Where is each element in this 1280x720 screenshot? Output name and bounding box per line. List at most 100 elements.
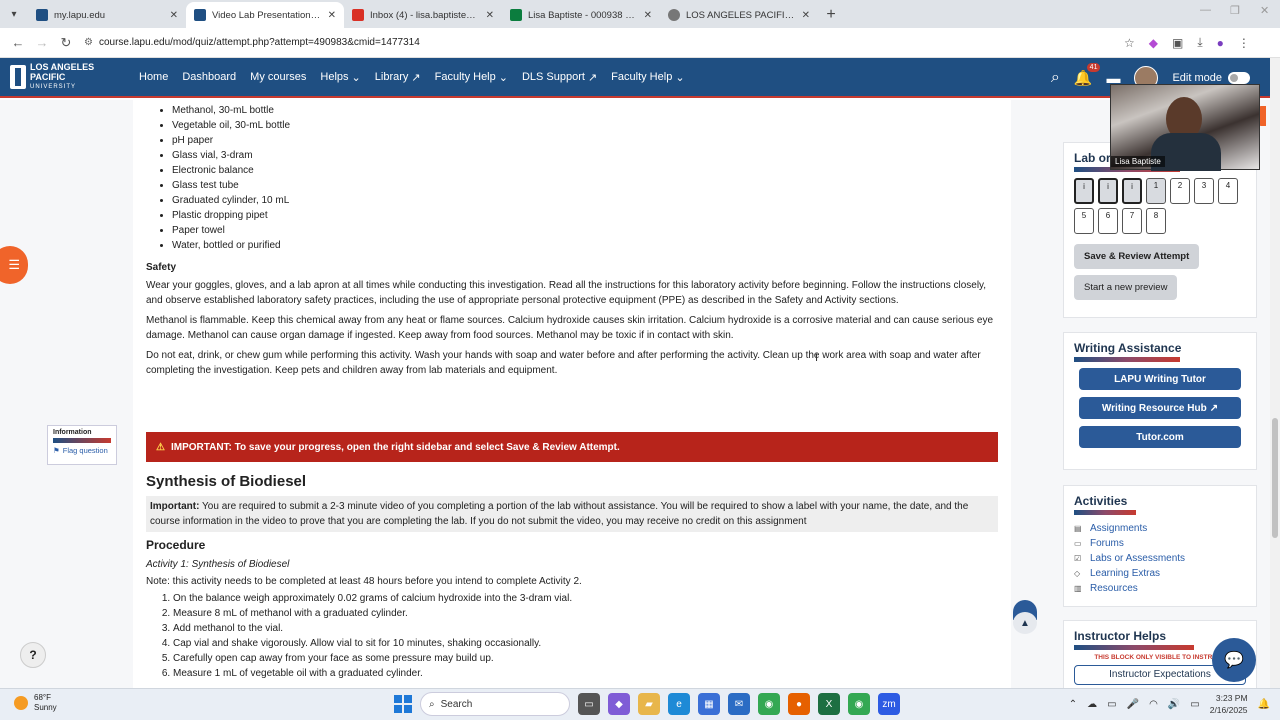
extension-icon[interactable]: ◆: [1149, 36, 1158, 50]
address-bar-row: ← → ↻ ⚙ course.lapu.edu/mod/quiz/attempt…: [0, 28, 1280, 58]
question-button[interactable]: 6: [1098, 208, 1118, 234]
start-new-preview-button[interactable]: Start a new preview: [1074, 275, 1178, 300]
bookmark-star-icon[interactable]: ☆: [1124, 36, 1135, 50]
scrollbar-thumb[interactable]: [1272, 418, 1278, 538]
scroll-to-top-button[interactable]: ▲: [1013, 600, 1037, 634]
zoom-icon[interactable]: zm: [878, 693, 900, 715]
nav-home[interactable]: Home: [132, 71, 175, 84]
lapu-logo[interactable]: LOS ANGELES PACIFIC UNIVERSITY: [10, 62, 120, 92]
question-button[interactable]: 3: [1194, 178, 1214, 204]
copilot-icon[interactable]: ◆: [608, 693, 630, 715]
safety-paragraph: Wear your goggles, gloves, and a lab apr…: [146, 280, 987, 306]
nav-my-courses[interactable]: My courses: [243, 71, 313, 84]
restore-icon[interactable]: ❐: [1230, 4, 1240, 17]
nav-dashboard[interactable]: Dashboard: [175, 71, 243, 84]
list-item: Vegetable oil, 30-mL bottle: [172, 118, 998, 133]
chat-support-button[interactable]: 💬: [1212, 638, 1256, 682]
external-link-icon: ↗: [1209, 402, 1219, 414]
question-button[interactable]: i: [1074, 178, 1094, 204]
menu-icon[interactable]: ⋮: [1238, 36, 1250, 50]
search-icon[interactable]: ⌕: [1051, 69, 1060, 87]
site-info-icon[interactable]: ⚙: [84, 37, 93, 48]
nav-faculty-help[interactable]: Faculty Help ⌄: [428, 71, 515, 84]
browser-tab[interactable]: my.lapu.edu ✕: [28, 2, 186, 28]
reload-icon[interactable]: ↻: [54, 31, 78, 55]
activity-link-resources[interactable]: ▥ Resources: [1074, 581, 1246, 596]
profile-icon[interactable]: ●: [1217, 36, 1224, 50]
wifi-icon[interactable]: ◠: [1149, 699, 1158, 710]
close-tab-icon[interactable]: ✕: [486, 10, 494, 21]
question-button[interactable]: 4: [1218, 178, 1238, 204]
puzzle-icon[interactable]: ▣: [1172, 36, 1183, 50]
volume-icon[interactable]: 🔊: [1168, 699, 1180, 710]
instructor-title: Instructor Helps: [1074, 629, 1167, 643]
close-tab-icon[interactable]: ✕: [644, 10, 652, 21]
tutor-com-button[interactable]: Tutor.com: [1079, 426, 1241, 448]
browser-tab[interactable]: Inbox (4) - lisa.baptiste@lapu.e ✕: [344, 2, 502, 28]
activity-link-learning-extras[interactable]: ◇ Learning Extras: [1074, 566, 1246, 581]
writing-resource-hub-button[interactable]: Writing Resource Hub ↗: [1079, 397, 1241, 419]
flag-question-link[interactable]: ⚑ Flag question: [53, 446, 111, 455]
excel-icon[interactable]: X: [818, 693, 840, 715]
new-tab-button[interactable]: +: [818, 2, 844, 28]
activity-note: Note: this activity needs to be complete…: [146, 576, 582, 587]
activity-link-labs[interactable]: ☑ Labs or Assessments: [1074, 551, 1246, 566]
help-button[interactable]: ?: [20, 642, 46, 668]
forward-icon[interactable]: →: [30, 31, 54, 55]
save-review-attempt-button[interactable]: Save & Review Attempt: [1074, 244, 1200, 269]
chrome-profile-icon[interactable]: ◉: [848, 693, 870, 715]
page-scrollbar[interactable]: [1270, 58, 1280, 688]
question-button[interactable]: i: [1122, 178, 1142, 204]
activity-link-assignments[interactable]: ▤ Assignments: [1074, 521, 1246, 536]
edit-mode-toggle[interactable]: Edit mode: [1172, 72, 1250, 84]
cloud-icon[interactable]: ☁: [1087, 699, 1097, 710]
question-button[interactable]: 8: [1146, 208, 1166, 234]
webcam-video-overlay[interactable]: Lisa Baptiste: [1110, 84, 1260, 171]
mail-icon[interactable]: ✉: [728, 693, 750, 715]
question-button[interactable]: 7: [1122, 208, 1142, 234]
weather-widget[interactable]: 68°F Sunny: [14, 693, 57, 713]
back-icon[interactable]: ←: [6, 31, 30, 55]
firefox-icon[interactable]: ●: [788, 693, 810, 715]
browser-tab[interactable]: Lisa Baptiste - 000938 - Los An ✕: [502, 2, 660, 28]
lapu-writing-tutor-button[interactable]: LAPU Writing Tutor: [1079, 368, 1241, 390]
task-view-icon[interactable]: ▭: [578, 693, 600, 715]
windows-start-icon[interactable]: [394, 695, 412, 713]
list-item: pH paper: [172, 133, 998, 148]
nav-faculty-help-2[interactable]: Faculty Help ⌄: [604, 71, 691, 84]
download-icon[interactable]: ⤓: [1197, 35, 1202, 50]
activity-link-forums[interactable]: ▭ Forums: [1074, 536, 1246, 551]
close-tab-icon[interactable]: ✕: [328, 10, 336, 21]
minimize-icon[interactable]: —: [1200, 4, 1211, 16]
close-tab-icon[interactable]: ✕: [170, 10, 178, 21]
question-button[interactable]: i: [1098, 178, 1118, 204]
notification-badge: 41: [1086, 63, 1101, 72]
question-button[interactable]: 5: [1074, 208, 1094, 234]
edge-icon[interactable]: e: [668, 693, 690, 715]
important-note: Important: You are required to submit a …: [146, 496, 998, 532]
browser-tab-active[interactable]: Video Lab Presentation | Synthe ✕: [186, 2, 344, 28]
battery-icon[interactable]: ▭: [1190, 699, 1199, 710]
nav-dls-support[interactable]: DLS Support ↗: [515, 71, 604, 84]
windows-taskbar: 68°F Sunny ⌕ Search ▭ ◆ ▰ e ▦ ✉ ◉ ● X ◉ zm…: [0, 688, 1280, 720]
page-content: Methanol, 30-mL bottle Methanol, 30-mL b…: [0, 100, 1270, 688]
display-icon[interactable]: ▭: [1107, 699, 1116, 710]
browser-tab[interactable]: LOS ANGELES PACIFIC UNIVERS ✕: [660, 2, 818, 28]
tab-list-icon[interactable]: ▾: [0, 0, 28, 28]
microphone-icon[interactable]: 🎤: [1127, 699, 1139, 710]
window-close-icon[interactable]: ✕: [1260, 4, 1269, 17]
question-button[interactable]: 2: [1170, 178, 1190, 204]
notification-bell-icon[interactable]: 🔔 41: [1074, 63, 1101, 87]
url-field[interactable]: ⚙ course.lapu.edu/mod/quiz/attempt.php?a…: [84, 37, 1114, 48]
chevron-up-icon[interactable]: ⌃: [1069, 699, 1077, 710]
file-explorer-icon[interactable]: ▰: [638, 693, 660, 715]
notifications-icon[interactable]: 🔔: [1258, 699, 1270, 710]
chrome-icon[interactable]: ◉: [758, 693, 780, 715]
nav-library[interactable]: Library ↗: [368, 71, 428, 84]
close-tab-icon[interactable]: ✕: [802, 10, 810, 21]
system-clock[interactable]: 3:23 PM 2/16/2025: [1210, 692, 1248, 716]
question-button[interactable]: 1: [1146, 178, 1166, 204]
store-icon[interactable]: ▦: [698, 693, 720, 715]
nav-helps[interactable]: Helps ⌄: [313, 71, 367, 84]
taskbar-search-input[interactable]: ⌕ Search: [420, 692, 570, 716]
